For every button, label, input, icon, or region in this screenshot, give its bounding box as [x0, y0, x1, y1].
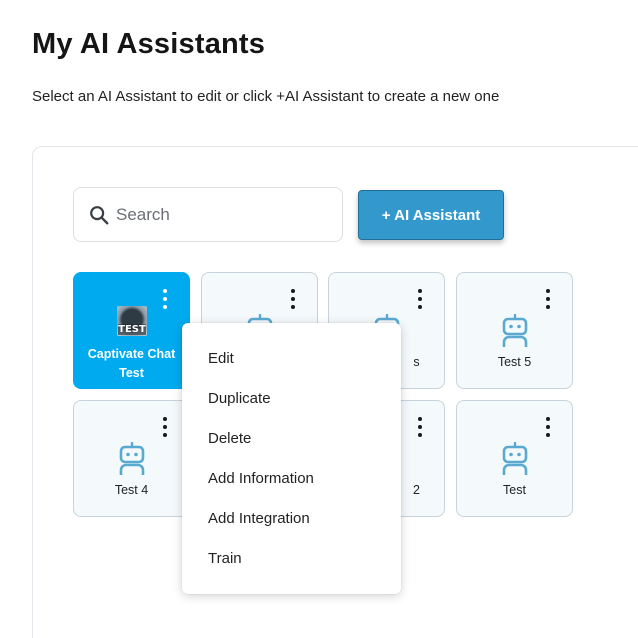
assistant-card[interactable]: Test 5: [456, 272, 573, 389]
robot-icon: [502, 442, 528, 475]
assistant-name: Test: [503, 483, 526, 497]
assistant-name: Test 4: [114, 483, 149, 497]
menu-item-duplicate[interactable]: Duplicate: [182, 378, 401, 418]
menu-item-edit[interactable]: Edit: [182, 338, 401, 378]
assistant-name: Test 5: [497, 355, 532, 369]
more-options-icon[interactable]: [161, 289, 169, 309]
menu-item-delete[interactable]: Delete: [182, 418, 401, 458]
add-ai-assistant-button[interactable]: + AI Assistant: [358, 190, 504, 240]
more-options-icon[interactable]: [544, 417, 552, 437]
menu-item-train[interactable]: Train: [182, 538, 401, 578]
context-menu: Edit Duplicate Delete Add Information Ad…: [182, 323, 401, 594]
search-box[interactable]: [73, 187, 343, 242]
assistant-avatar: TEST: [117, 306, 147, 336]
assistant-card[interactable]: Test 4: [73, 400, 190, 517]
more-options-icon[interactable]: [544, 289, 552, 309]
menu-item-add-integration[interactable]: Add Integration: [182, 498, 401, 538]
assistant-card[interactable]: TEST Captivate Chat Test: [73, 272, 190, 389]
search-input[interactable]: [116, 204, 316, 225]
page-title: My AI Assistants: [32, 28, 266, 60]
assistant-name: Captivate Chat Test: [87, 347, 176, 380]
page-subtitle: Select an AI Assistant to edit or click …: [32, 88, 500, 105]
robot-icon: [502, 314, 528, 347]
more-options-icon[interactable]: [161, 417, 169, 437]
more-options-icon[interactable]: [289, 289, 297, 309]
assistant-card[interactable]: Test: [456, 400, 573, 517]
avatar-label: TEST: [118, 324, 146, 335]
more-options-icon[interactable]: [416, 417, 424, 437]
search-icon: [90, 205, 109, 224]
more-options-icon[interactable]: [416, 289, 424, 309]
menu-item-add-information[interactable]: Add Information: [182, 458, 401, 498]
robot-icon: [119, 442, 145, 475]
